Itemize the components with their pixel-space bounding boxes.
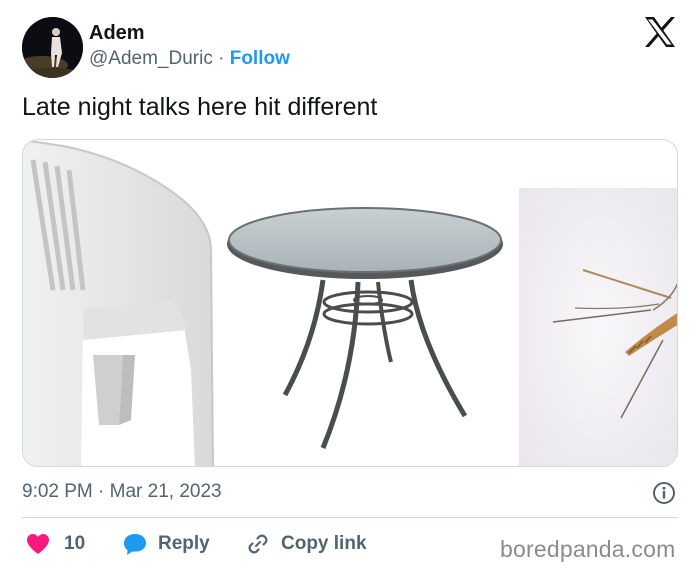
link-icon [248, 534, 268, 554]
speech-bubble-icon [124, 534, 146, 555]
watermark: boredpanda.com [500, 536, 676, 562]
author-handle-row: @Adem_Duric · Follow [89, 48, 290, 70]
actions-divider [22, 517, 678, 518]
tweet-timestamp[interactable]: 9:02 PM · Mar 21, 2023 [22, 481, 222, 503]
author-name[interactable]: Adem [89, 22, 145, 45]
copy-link-label: Copy link [281, 533, 367, 554]
copy-link-button[interactable]: Copy link [245, 530, 367, 558]
author-handle[interactable]: @Adem_Duric [89, 48, 213, 69]
table-image [227, 207, 503, 449]
info-icon[interactable] [652, 481, 676, 505]
reply-button[interactable]: Reply [122, 530, 210, 558]
avatar[interactable] [22, 17, 83, 78]
like-button[interactable]: 10 [26, 530, 85, 558]
heart-icon [27, 534, 49, 554]
mosquito-image [519, 188, 677, 466]
tweet-text: Late night talks here hit different [22, 93, 378, 121]
separator-dot: · [218, 48, 225, 69]
follow-button[interactable]: Follow [230, 48, 290, 69]
tweet-media[interactable] [22, 139, 678, 467]
like-count: 10 [64, 533, 86, 554]
x-logo-icon[interactable] [643, 16, 677, 48]
chair-image [23, 140, 214, 466]
reply-label: Reply [158, 533, 210, 554]
